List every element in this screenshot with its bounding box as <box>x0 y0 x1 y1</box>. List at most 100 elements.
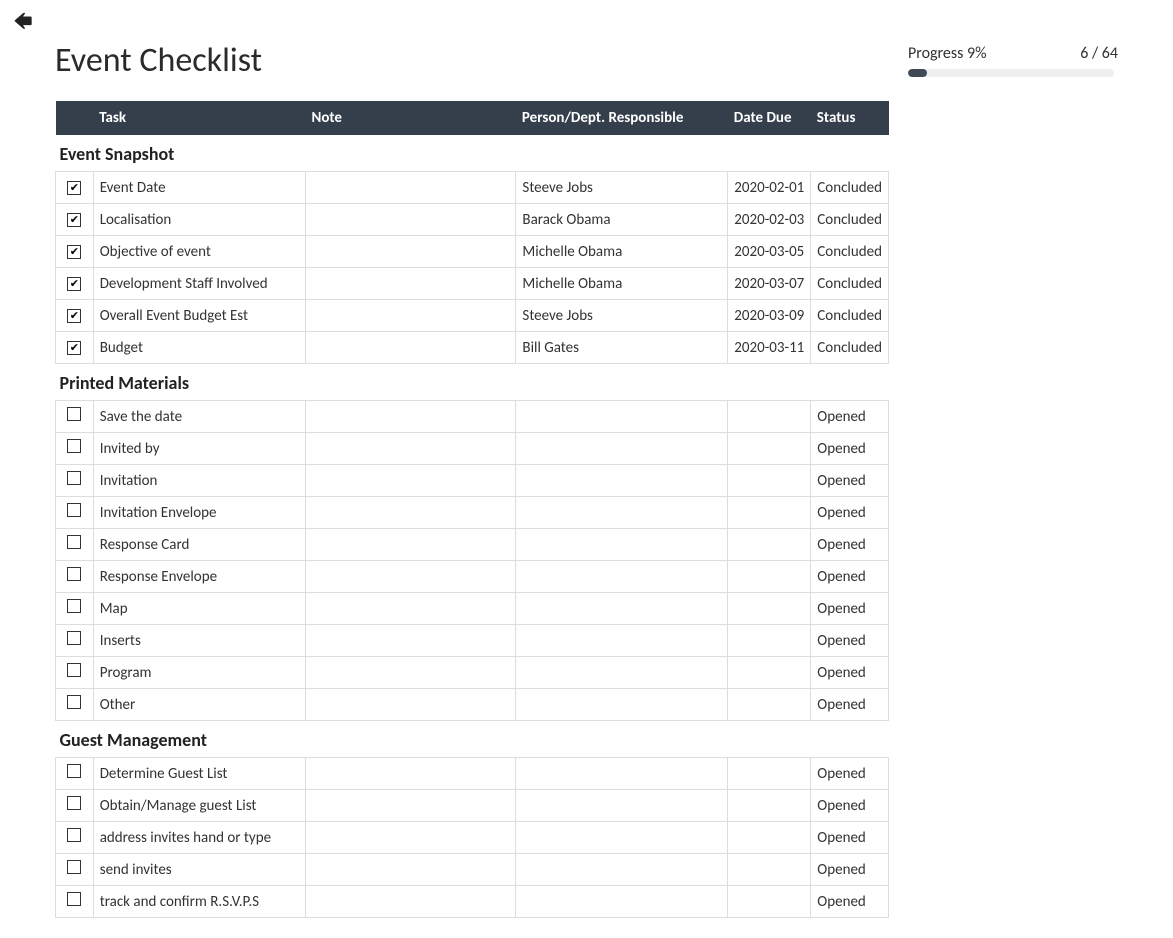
status-cell: Opened <box>811 529 889 561</box>
date-cell: 2020-03-09 <box>728 300 811 332</box>
task-checkbox[interactable] <box>67 341 81 355</box>
note-cell <box>305 332 515 364</box>
date-cell <box>728 790 811 822</box>
date-cell <box>728 689 811 721</box>
person-cell <box>516 465 728 497</box>
task-checkbox[interactable] <box>67 663 81 677</box>
task-checkbox[interactable] <box>67 567 81 581</box>
table-row: Determine Guest List Opened <box>56 758 889 790</box>
person-cell <box>516 561 728 593</box>
table-row: Overall Event Budget EstSteeve Jobs2020-… <box>56 300 889 332</box>
person-cell <box>516 854 728 886</box>
section-header: Guest Management <box>56 721 889 758</box>
status-cell: Opened <box>811 401 889 433</box>
col-header-task: Task <box>93 101 305 135</box>
note-cell <box>305 172 515 204</box>
task-checkbox[interactable] <box>67 181 81 195</box>
task-cell: Response Envelope <box>93 561 305 593</box>
person-cell <box>516 625 728 657</box>
status-cell: Opened <box>811 561 889 593</box>
section-title: Event Snapshot <box>56 135 889 172</box>
task-cell: Invitation <box>93 465 305 497</box>
person-cell <box>516 593 728 625</box>
task-checkbox[interactable] <box>67 503 81 517</box>
task-cell: track and confirm R.S.V.P.S <box>93 886 305 918</box>
task-checkbox[interactable] <box>67 695 81 709</box>
task-checkbox[interactable] <box>67 309 81 323</box>
progress-section: Progress 9% 6 / 64 <box>908 44 1118 77</box>
col-header-person: Person/Dept. Responsible <box>516 101 728 135</box>
person-cell: Steeve Jobs <box>516 172 728 204</box>
task-checkbox[interactable] <box>67 599 81 613</box>
table-row: InsertsOpened <box>56 625 889 657</box>
table-header-row: Task Note Person/Dept. Responsible Date … <box>56 101 889 135</box>
table-row: ProgramOpened <box>56 657 889 689</box>
section-header: Event Snapshot <box>56 135 889 172</box>
task-cell: Invited by <box>93 433 305 465</box>
person-cell <box>516 529 728 561</box>
date-cell <box>728 886 811 918</box>
note-cell <box>305 401 515 433</box>
date-cell <box>728 657 811 689</box>
task-cell: Determine Guest List <box>93 758 305 790</box>
note-cell <box>305 465 515 497</box>
status-cell: Concluded <box>811 204 889 236</box>
task-checkbox[interactable] <box>67 213 81 227</box>
date-cell <box>728 625 811 657</box>
table-row: Invited by Opened <box>56 433 889 465</box>
person-cell <box>516 758 728 790</box>
table-row: Development Staff InvolvedMichelle Obama… <box>56 268 889 300</box>
note-cell <box>305 758 515 790</box>
status-cell: Concluded <box>811 300 889 332</box>
progress-label: Progress 9% <box>908 44 987 63</box>
status-cell: Opened <box>811 822 889 854</box>
task-checkbox[interactable] <box>67 245 81 259</box>
task-cell: Response Card <box>93 529 305 561</box>
date-cell: 2020-03-07 <box>728 268 811 300</box>
section-title: Guest Management <box>56 721 889 758</box>
date-cell <box>728 401 811 433</box>
task-cell: Obtain/Manage guest List <box>93 790 305 822</box>
task-checkbox[interactable] <box>67 764 81 778</box>
note-cell <box>305 689 515 721</box>
status-cell: Opened <box>811 758 889 790</box>
status-cell: Opened <box>811 790 889 822</box>
progress-bar <box>908 69 1114 77</box>
table-row: track and confirm R.S.V.P.SOpened <box>56 886 889 918</box>
person-cell: Michelle Obama <box>516 236 728 268</box>
date-cell <box>728 758 811 790</box>
note-cell <box>305 561 515 593</box>
person-cell <box>516 433 728 465</box>
person-cell: Barack Obama <box>516 204 728 236</box>
status-cell: Opened <box>811 433 889 465</box>
date-cell <box>728 465 811 497</box>
task-cell: Save the date <box>93 401 305 433</box>
section-title: Printed Materials <box>56 364 889 401</box>
task-checkbox[interactable] <box>67 631 81 645</box>
task-checkbox[interactable] <box>67 828 81 842</box>
task-checkbox[interactable] <box>67 796 81 810</box>
task-checkbox[interactable] <box>67 535 81 549</box>
task-cell: Other <box>93 689 305 721</box>
status-cell: Opened <box>811 657 889 689</box>
date-cell: 2020-02-03 <box>728 204 811 236</box>
task-checkbox[interactable] <box>67 439 81 453</box>
task-checkbox[interactable] <box>67 892 81 906</box>
table-row: Event DateSteeve Jobs2020-02-01Concluded <box>56 172 889 204</box>
task-checkbox[interactable] <box>67 277 81 291</box>
task-cell: Invitation Envelope <box>93 497 305 529</box>
note-cell <box>305 433 515 465</box>
task-checkbox[interactable] <box>67 407 81 421</box>
status-cell: Concluded <box>811 236 889 268</box>
note-cell <box>305 204 515 236</box>
back-arrow-icon[interactable] <box>10 10 36 41</box>
person-cell <box>516 497 728 529</box>
task-cell: Inserts <box>93 625 305 657</box>
task-checkbox[interactable] <box>67 471 81 485</box>
note-cell <box>305 822 515 854</box>
task-checkbox[interactable] <box>67 860 81 874</box>
date-cell: 2020-03-11 <box>728 332 811 364</box>
person-cell: Michelle Obama <box>516 268 728 300</box>
note-cell <box>305 854 515 886</box>
person-cell <box>516 822 728 854</box>
